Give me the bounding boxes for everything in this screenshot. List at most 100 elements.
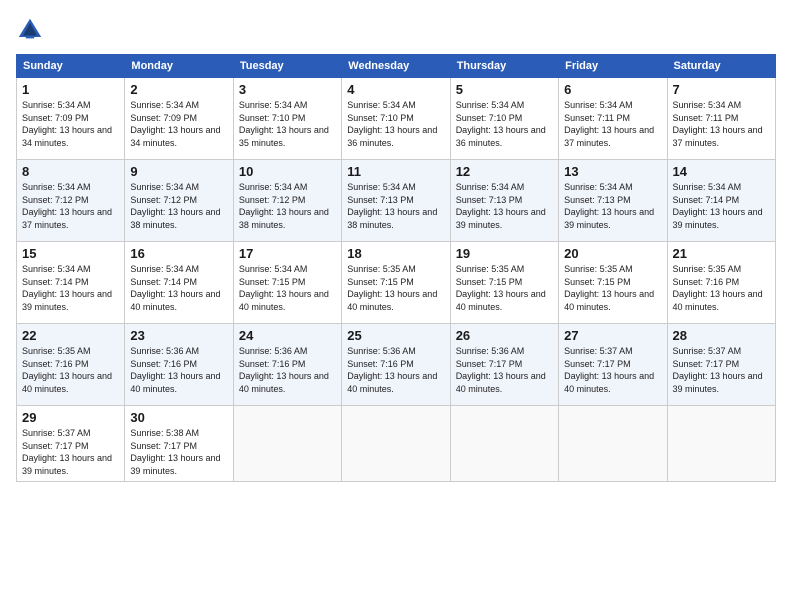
day-number: 7 [673, 82, 770, 97]
table-cell: 30 Sunrise: 5:38 AM Sunset: 7:17 PM Dayl… [125, 406, 233, 482]
day-info: Sunrise: 5:34 AM Sunset: 7:13 PM Dayligh… [564, 181, 661, 231]
day-info: Sunrise: 5:34 AM Sunset: 7:11 PM Dayligh… [564, 99, 661, 149]
day-info: Sunrise: 5:34 AM Sunset: 7:14 PM Dayligh… [673, 181, 770, 231]
day-info: Sunrise: 5:38 AM Sunset: 7:17 PM Dayligh… [130, 427, 227, 477]
table-cell: 29 Sunrise: 5:37 AM Sunset: 7:17 PM Dayl… [17, 406, 125, 482]
table-cell: 3 Sunrise: 5:34 AM Sunset: 7:10 PM Dayli… [233, 78, 341, 160]
table-cell: 16 Sunrise: 5:34 AM Sunset: 7:14 PM Dayl… [125, 242, 233, 324]
table-cell [342, 406, 450, 482]
day-info: Sunrise: 5:34 AM Sunset: 7:12 PM Dayligh… [22, 181, 119, 231]
day-number: 13 [564, 164, 661, 179]
day-number: 27 [564, 328, 661, 343]
table-cell: 28 Sunrise: 5:37 AM Sunset: 7:17 PM Dayl… [667, 324, 775, 406]
table-cell: 21 Sunrise: 5:35 AM Sunset: 7:16 PM Dayl… [667, 242, 775, 324]
table-cell: 25 Sunrise: 5:36 AM Sunset: 7:16 PM Dayl… [342, 324, 450, 406]
calendar: Sunday Monday Tuesday Wednesday Thursday… [16, 54, 776, 482]
day-info: Sunrise: 5:36 AM Sunset: 7:16 PM Dayligh… [347, 345, 444, 395]
day-info: Sunrise: 5:34 AM Sunset: 7:11 PM Dayligh… [673, 99, 770, 149]
day-info: Sunrise: 5:37 AM Sunset: 7:17 PM Dayligh… [22, 427, 119, 477]
day-info: Sunrise: 5:36 AM Sunset: 7:16 PM Dayligh… [239, 345, 336, 395]
day-info: Sunrise: 5:35 AM Sunset: 7:16 PM Dayligh… [22, 345, 119, 395]
day-info: Sunrise: 5:34 AM Sunset: 7:10 PM Dayligh… [347, 99, 444, 149]
logo-icon [16, 16, 44, 44]
table-cell: 17 Sunrise: 5:34 AM Sunset: 7:15 PM Dayl… [233, 242, 341, 324]
table-cell: 27 Sunrise: 5:37 AM Sunset: 7:17 PM Dayl… [559, 324, 667, 406]
day-info: Sunrise: 5:34 AM Sunset: 7:13 PM Dayligh… [347, 181, 444, 231]
day-number: 18 [347, 246, 444, 261]
day-number: 30 [130, 410, 227, 425]
day-info: Sunrise: 5:37 AM Sunset: 7:17 PM Dayligh… [673, 345, 770, 395]
day-info: Sunrise: 5:34 AM Sunset: 7:10 PM Dayligh… [239, 99, 336, 149]
table-cell: 26 Sunrise: 5:36 AM Sunset: 7:17 PM Dayl… [450, 324, 558, 406]
day-number: 2 [130, 82, 227, 97]
table-cell: 24 Sunrise: 5:36 AM Sunset: 7:16 PM Dayl… [233, 324, 341, 406]
header-monday: Monday [125, 55, 233, 78]
header-friday: Friday [559, 55, 667, 78]
day-info: Sunrise: 5:34 AM Sunset: 7:15 PM Dayligh… [239, 263, 336, 313]
day-number: 12 [456, 164, 553, 179]
day-number: 10 [239, 164, 336, 179]
day-info: Sunrise: 5:34 AM Sunset: 7:09 PM Dayligh… [130, 99, 227, 149]
day-info: Sunrise: 5:34 AM Sunset: 7:13 PM Dayligh… [456, 181, 553, 231]
day-number: 23 [130, 328, 227, 343]
day-number: 21 [673, 246, 770, 261]
day-info: Sunrise: 5:37 AM Sunset: 7:17 PM Dayligh… [564, 345, 661, 395]
day-info: Sunrise: 5:34 AM Sunset: 7:12 PM Dayligh… [130, 181, 227, 231]
day-number: 8 [22, 164, 119, 179]
day-number: 17 [239, 246, 336, 261]
day-info: Sunrise: 5:35 AM Sunset: 7:15 PM Dayligh… [347, 263, 444, 313]
day-number: 20 [564, 246, 661, 261]
header-thursday: Thursday [450, 55, 558, 78]
table-cell: 7 Sunrise: 5:34 AM Sunset: 7:11 PM Dayli… [667, 78, 775, 160]
table-cell: 4 Sunrise: 5:34 AM Sunset: 7:10 PM Dayli… [342, 78, 450, 160]
table-cell: 15 Sunrise: 5:34 AM Sunset: 7:14 PM Dayl… [17, 242, 125, 324]
day-number: 16 [130, 246, 227, 261]
table-cell [667, 406, 775, 482]
table-cell: 13 Sunrise: 5:34 AM Sunset: 7:13 PM Dayl… [559, 160, 667, 242]
day-number: 3 [239, 82, 336, 97]
table-cell [559, 406, 667, 482]
day-number: 24 [239, 328, 336, 343]
logo [16, 16, 48, 44]
table-cell: 14 Sunrise: 5:34 AM Sunset: 7:14 PM Dayl… [667, 160, 775, 242]
day-info: Sunrise: 5:34 AM Sunset: 7:12 PM Dayligh… [239, 181, 336, 231]
day-info: Sunrise: 5:34 AM Sunset: 7:09 PM Dayligh… [22, 99, 119, 149]
day-info: Sunrise: 5:36 AM Sunset: 7:17 PM Dayligh… [456, 345, 553, 395]
page: Sunday Monday Tuesday Wednesday Thursday… [0, 0, 792, 612]
day-info: Sunrise: 5:34 AM Sunset: 7:14 PM Dayligh… [22, 263, 119, 313]
day-number: 15 [22, 246, 119, 261]
day-number: 5 [456, 82, 553, 97]
header-saturday: Saturday [667, 55, 775, 78]
day-number: 22 [22, 328, 119, 343]
day-number: 28 [673, 328, 770, 343]
table-cell: 10 Sunrise: 5:34 AM Sunset: 7:12 PM Dayl… [233, 160, 341, 242]
table-cell: 22 Sunrise: 5:35 AM Sunset: 7:16 PM Dayl… [17, 324, 125, 406]
table-cell: 1 Sunrise: 5:34 AM Sunset: 7:09 PM Dayli… [17, 78, 125, 160]
table-cell: 9 Sunrise: 5:34 AM Sunset: 7:12 PM Dayli… [125, 160, 233, 242]
day-info: Sunrise: 5:34 AM Sunset: 7:10 PM Dayligh… [456, 99, 553, 149]
day-number: 14 [673, 164, 770, 179]
day-number: 11 [347, 164, 444, 179]
header-tuesday: Tuesday [233, 55, 341, 78]
header-wednesday: Wednesday [342, 55, 450, 78]
table-cell [233, 406, 341, 482]
weekday-header-row: Sunday Monday Tuesday Wednesday Thursday… [17, 55, 776, 78]
table-cell: 6 Sunrise: 5:34 AM Sunset: 7:11 PM Dayli… [559, 78, 667, 160]
day-info: Sunrise: 5:36 AM Sunset: 7:16 PM Dayligh… [130, 345, 227, 395]
table-cell: 19 Sunrise: 5:35 AM Sunset: 7:15 PM Dayl… [450, 242, 558, 324]
day-info: Sunrise: 5:35 AM Sunset: 7:15 PM Dayligh… [456, 263, 553, 313]
day-info: Sunrise: 5:35 AM Sunset: 7:15 PM Dayligh… [564, 263, 661, 313]
table-cell [450, 406, 558, 482]
day-number: 26 [456, 328, 553, 343]
table-cell: 5 Sunrise: 5:34 AM Sunset: 7:10 PM Dayli… [450, 78, 558, 160]
header-sunday: Sunday [17, 55, 125, 78]
header [16, 16, 776, 44]
table-cell: 20 Sunrise: 5:35 AM Sunset: 7:15 PM Dayl… [559, 242, 667, 324]
day-number: 4 [347, 82, 444, 97]
day-info: Sunrise: 5:34 AM Sunset: 7:14 PM Dayligh… [130, 263, 227, 313]
day-number: 1 [22, 82, 119, 97]
day-number: 6 [564, 82, 661, 97]
day-number: 25 [347, 328, 444, 343]
table-cell: 11 Sunrise: 5:34 AM Sunset: 7:13 PM Dayl… [342, 160, 450, 242]
table-cell: 23 Sunrise: 5:36 AM Sunset: 7:16 PM Dayl… [125, 324, 233, 406]
